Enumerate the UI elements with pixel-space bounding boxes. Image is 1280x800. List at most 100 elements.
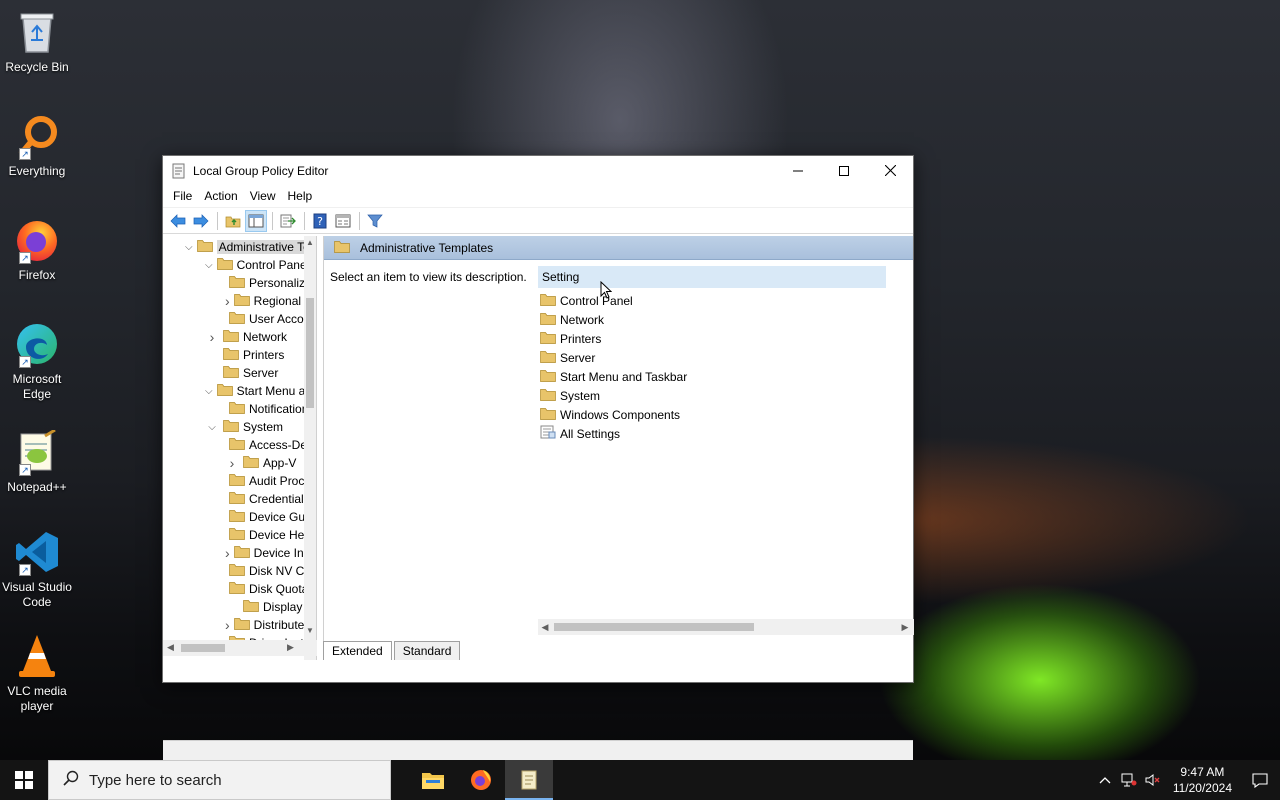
notification-center-button[interactable] <box>1240 760 1280 800</box>
list-item[interactable]: Network <box>540 310 604 329</box>
chevron-down-icon[interactable]: ⌵ <box>205 386 213 397</box>
chevron-down-icon[interactable]: ⌵ <box>185 242 193 253</box>
group-policy-editor-window: Local Group Policy Editor File Action Vi… <box>162 155 914 762</box>
tree-item[interactable]: Display <box>163 598 304 616</box>
forward-button[interactable] <box>190 210 212 232</box>
scroll-right-icon[interactable]: ▶ <box>898 619 912 635</box>
desktop-icon-firefox[interactable]: ↗ Firefox <box>0 216 74 283</box>
list-item[interactable]: Windows Components <box>540 405 680 424</box>
taskbar-file-explorer[interactable] <box>409 760 457 800</box>
scroll-left-icon[interactable]: ◀ <box>538 619 552 635</box>
tree-vertical-scrollbar[interactable]: ▲ ▼ <box>304 236 316 660</box>
close-button[interactable] <box>867 156 913 185</box>
tree-item[interactable]: › Device Installation <box>163 544 304 562</box>
tree-item[interactable]: ⌵ Start Menu and Taskbar <box>163 382 304 400</box>
tree-item[interactable]: ⌵ System <box>163 418 304 436</box>
tree-item[interactable]: Device Health Attestation Service <box>163 526 304 544</box>
menu-help[interactable]: Help <box>282 185 319 207</box>
start-button[interactable] <box>0 760 48 800</box>
list-item[interactable]: All Settings <box>540 424 620 443</box>
list-hscroll-thumb[interactable] <box>554 623 754 631</box>
tree-item[interactable]: Disk NV Cache <box>163 562 304 580</box>
tree-item[interactable]: Notifications <box>163 400 304 418</box>
taskbar-firefox[interactable] <box>457 760 505 800</box>
tree-item[interactable]: Server <box>163 364 304 382</box>
tab-standard[interactable]: Standard <box>393 641 461 660</box>
export-list-button[interactable] <box>277 210 299 232</box>
tree-item[interactable]: Access-Denied Assistance <box>163 436 304 454</box>
tree-item[interactable]: Personalization <box>163 274 304 292</box>
desktop-icon-vscode[interactable]: ↗ Visual Studio Code <box>0 528 74 610</box>
filter-button[interactable] <box>364 210 386 232</box>
menu-action[interactable]: Action <box>198 185 243 207</box>
scroll-left-icon[interactable]: ◀ <box>167 642 174 653</box>
desktop-icon-recycle-bin[interactable]: Recycle Bin <box>0 8 74 75</box>
help-button[interactable]: ? <box>309 210 331 232</box>
properties-view-button[interactable] <box>332 210 354 232</box>
tree-item[interactable]: Disk Quotas <box>163 580 304 598</box>
chevron-right-icon[interactable]: › <box>225 617 230 633</box>
taskbar-search-box[interactable]: Type here to search <box>48 760 391 800</box>
list-item[interactable]: Control Panel <box>540 291 633 310</box>
column-header-setting[interactable]: Setting <box>538 266 886 288</box>
maximize-button[interactable] <box>821 156 867 185</box>
taskbar-group-policy-editor[interactable] <box>505 760 553 800</box>
tree-item[interactable]: Credentials Delegation <box>163 490 304 508</box>
minimize-button[interactable] <box>775 156 821 185</box>
network-status-button[interactable] <box>1117 760 1141 800</box>
desktop-icon-everything[interactable]: ↗ Everything <box>0 112 74 179</box>
tree-item-label: Network <box>243 330 288 344</box>
tree-item[interactable]: Printers <box>163 346 304 364</box>
taskbar-clock[interactable]: 9:47 AM 11/20/2024 <box>1165 764 1240 796</box>
tree-hscroll-thumb[interactable] <box>181 644 225 652</box>
list-item[interactable]: Printers <box>540 329 601 348</box>
menu-view[interactable]: View <box>244 185 282 207</box>
folder-icon <box>229 581 245 597</box>
tree-item[interactable]: Device Guard <box>163 508 304 526</box>
chevron-down-icon[interactable]: ⌵ <box>205 260 213 271</box>
window-title: Local Group Policy Editor <box>193 163 329 178</box>
menu-file[interactable]: File <box>167 185 198 207</box>
search-icon <box>63 770 79 790</box>
desktop-icon-notepad-plus-plus[interactable]: ↗ Notepad++ <box>0 428 74 495</box>
tree-scrollbar-thumb[interactable] <box>306 298 314 408</box>
tree-item[interactable]: › App-V <box>163 454 304 472</box>
tree-item[interactable]: ⌵ Control Panel <box>163 256 304 274</box>
toolbar-separator <box>217 211 218 230</box>
tab-extended[interactable]: Extended <box>323 641 392 660</box>
folder-icon <box>229 491 245 507</box>
settings-list-icon <box>540 425 556 442</box>
folder-icon <box>223 347 239 363</box>
tree-horizontal-scrollbar[interactable]: ◀ ▶ <box>163 640 317 656</box>
list-item[interactable]: System <box>540 386 600 405</box>
chevron-right-icon[interactable]: › <box>205 329 219 345</box>
show-hide-console-tree-button[interactable] <box>245 209 267 232</box>
up-one-level-button[interactable] <box>222 210 244 232</box>
desktop-icon-edge[interactable]: ↗ Microsoft Edge <box>0 320 74 402</box>
tree-item[interactable]: › Regional and Language Options <box>163 292 304 310</box>
back-button[interactable] <box>167 210 189 232</box>
list-horizontal-scrollbar[interactable]: ◀ ▶ <box>538 619 914 635</box>
tree-item[interactable]: › Distributed COM <box>163 616 304 634</box>
show-hidden-icons-button[interactable] <box>1093 760 1117 800</box>
chevron-down-icon[interactable]: ⌵ <box>205 422 219 433</box>
desktop-icon-vlc[interactable]: VLC media player <box>0 632 74 714</box>
toolbar: ? <box>163 207 913 234</box>
list-item[interactable]: Server <box>540 348 595 367</box>
title-bar[interactable]: Local Group Policy Editor <box>163 156 913 185</box>
tree-item[interactable]: User Accounts <box>163 310 304 328</box>
chevron-right-icon[interactable]: › <box>225 293 230 309</box>
chevron-right-icon[interactable]: › <box>225 455 239 471</box>
scroll-up-icon[interactable]: ▲ <box>304 238 316 250</box>
chevron-right-icon[interactable]: › <box>225 545 230 561</box>
folder-icon <box>229 527 245 543</box>
list-item[interactable]: Start Menu and Taskbar <box>540 367 687 386</box>
scroll-right-icon[interactable]: ▶ <box>287 642 294 653</box>
tree-item[interactable]: ⌵ Administrative Templates <box>163 238 304 256</box>
scroll-down-icon[interactable]: ▼ <box>304 626 316 638</box>
list-item-label: Server <box>560 350 596 365</box>
tree-item[interactable]: Audit Process Creation <box>163 472 304 490</box>
tree-item[interactable]: › Network <box>163 328 304 346</box>
console-tree-pane[interactable]: Driver Installation›Distributed COMDispl… <box>163 236 317 660</box>
volume-button[interactable] <box>1141 760 1165 800</box>
